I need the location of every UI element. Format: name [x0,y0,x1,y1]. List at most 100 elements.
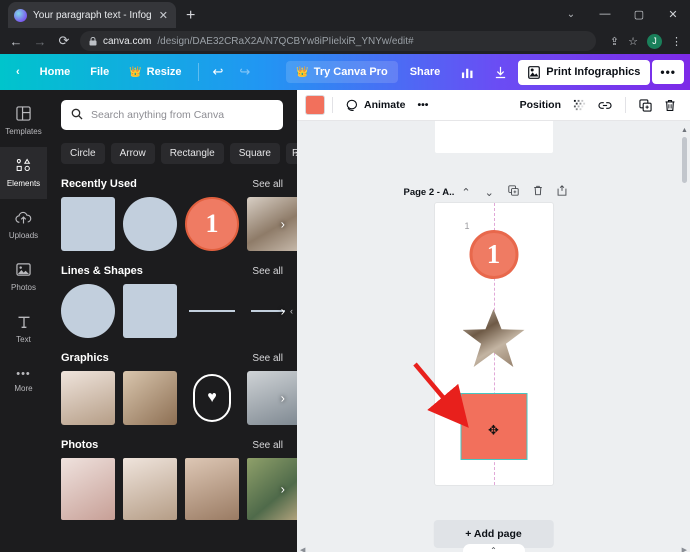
download-icon[interactable] [485,61,516,84]
window-controls: ⌄ — ▢ ✕ [554,0,690,28]
sidebar-item-uploads[interactable]: Uploads [0,199,47,251]
photo-thumb-4[interactable] [247,458,297,520]
recently-used-row: 1 › [61,197,283,251]
chip-square[interactable]: Square [230,143,280,164]
toolbar-divider-2 [625,97,626,113]
shape-square[interactable] [123,284,177,338]
new-tab-button[interactable]: + [186,7,195,25]
resize-button[interactable]: 👑 Resize [119,61,191,83]
window-close-icon[interactable]: ✕ [656,0,690,28]
scroll-up-icon[interactable]: ▲ [681,127,688,134]
back-icon[interactable]: ← [8,34,24,49]
see-all-recently-used[interactable]: See all [252,179,283,190]
sidebar-item-photos[interactable]: Photos [0,251,47,303]
sidebar-item-elements[interactable]: Elements [0,147,47,199]
try-canva-pro-button[interactable]: 👑 Try Canva Pro [286,61,397,83]
link-icon[interactable] [592,95,618,116]
element-number-badge[interactable]: 1 [185,197,239,251]
home-button[interactable]: Home [30,61,81,83]
browser-tab[interactable]: Your paragraph text - Infographi ✕ [8,2,176,28]
position-button[interactable]: Position [514,95,567,115]
chip-arrow[interactable]: Arrow [111,143,155,164]
forward-icon[interactable]: → [32,34,48,49]
more-icon: ••• [16,369,31,380]
see-all-graphics[interactable]: See all [252,353,283,364]
sidebar-item-text[interactable]: Text [0,303,47,355]
shape-line[interactable] [185,284,239,338]
file-menu-button[interactable]: File [80,61,119,83]
header-more-button[interactable]: ••• [652,60,684,84]
color-swatch-button[interactable] [305,95,325,115]
reload-icon[interactable]: ⟳ [56,33,72,49]
photos-next-icon[interactable]: › [281,482,285,497]
body-row: Templates Elements Uploads Photos [0,90,690,552]
canvas-number-badge[interactable]: 1 [469,230,518,279]
graphics-next-icon[interactable]: › [281,391,285,406]
sidebar-label-more: More [14,384,32,393]
section-graphics: Graphics See all ♥ › [47,338,297,425]
tab-close-icon[interactable]: ✕ [157,9,170,22]
graphic-heart-frame[interactable]: ♥ [185,371,239,425]
recently-used-next-icon[interactable]: › [281,217,285,232]
search-box[interactable] [61,100,283,130]
delete-page-icon[interactable] [526,183,550,201]
element-circle-blue[interactable] [123,197,177,251]
redo-icon[interactable]: ↪ [231,60,258,84]
photos-row: › [61,458,283,520]
add-page-icon[interactable] [550,183,574,201]
move-page-down-icon[interactable]: ⌄ [478,184,501,201]
chart-icon[interactable] [452,61,483,84]
collapse-panel-handle[interactable]: ‹ [285,288,297,334]
sidebar-item-more[interactable]: ••• More [0,355,47,407]
notes-expand-handle[interactable]: ⌃ [463,544,525,552]
canvas-vertical-scrollbar[interactable]: ▲ [681,127,688,534]
sidebar-item-templates[interactable]: Templates [0,95,47,147]
scroll-right-icon[interactable]: ▶ [682,546,687,552]
trash-icon[interactable] [658,95,682,116]
vertical-scroll-thumb[interactable] [682,137,687,183]
graphic-thumb-2[interactable] [123,371,177,425]
profile-avatar[interactable]: J [647,34,662,49]
move-page-up-icon[interactable]: ⌃ [454,184,477,201]
undo-icon[interactable]: ↩ [205,60,232,84]
shape-circle[interactable] [61,284,115,338]
toolbar-more-button[interactable]: ••• [411,95,434,115]
window-minimize-icon[interactable]: — [588,0,622,28]
canvas-badge-label: 1 [487,239,501,270]
canva-header: ‹ Home File 👑 Resize ↩ ↪ 👑 Try Canva Pro… [0,54,690,90]
design-page-canvas[interactable]: 1 1 ✥ [435,203,553,485]
share-button[interactable]: Share [400,61,451,83]
filter-chips: Circle Arrow Rectangle Square F › [47,130,297,164]
see-all-lines-shapes[interactable]: See all [252,266,283,277]
photos-icon [16,262,31,279]
see-all-photos[interactable]: See all [252,440,283,451]
window-maximize-icon[interactable]: ▢ [622,0,656,28]
tab-search-chevron-icon[interactable]: ⌄ [554,0,588,28]
share-icon[interactable]: ⇪ [610,35,619,48]
section-title-lines-shapes: Lines & Shapes [61,265,143,277]
photo-thumb-3[interactable] [185,458,239,520]
graphic-thumb-4[interactable] [247,371,297,425]
animate-button[interactable]: Animate [340,95,411,116]
previous-page-card[interactable] [435,121,553,153]
browser-menu-icon[interactable]: ⋮ [671,35,682,48]
duplicate-icon[interactable] [633,95,658,116]
graphic-thumb-1[interactable] [61,371,115,425]
photo-thumb-1[interactable] [61,458,115,520]
photo-thumb-2[interactable] [123,458,177,520]
canvas-scroll-area[interactable]: Page 2 - A.. ⌃ ⌄ [297,121,690,552]
scroll-left-icon[interactable]: ◀ [300,546,305,552]
duplicate-page-icon[interactable] [501,183,526,201]
header-back-chevron-icon[interactable]: ‹ [6,61,30,83]
page-index-label: 1 [465,221,470,231]
address-bar[interactable]: canva.com /design/DAE32CRaX2A/N7QCBYw8iP… [80,31,596,51]
bookmark-star-icon[interactable]: ☆ [628,35,638,48]
element-square-blue[interactable] [61,197,115,251]
element-photo-thumb[interactable] [247,197,297,251]
chip-rectangle[interactable]: Rectangle [161,143,224,164]
transparency-icon[interactable] [567,95,592,116]
print-infographics-button[interactable]: Print Infographics [518,60,650,85]
chip-circle[interactable]: Circle [61,143,105,164]
search-input[interactable] [91,109,273,121]
page-title-label: Page 2 - A.. [404,187,455,198]
